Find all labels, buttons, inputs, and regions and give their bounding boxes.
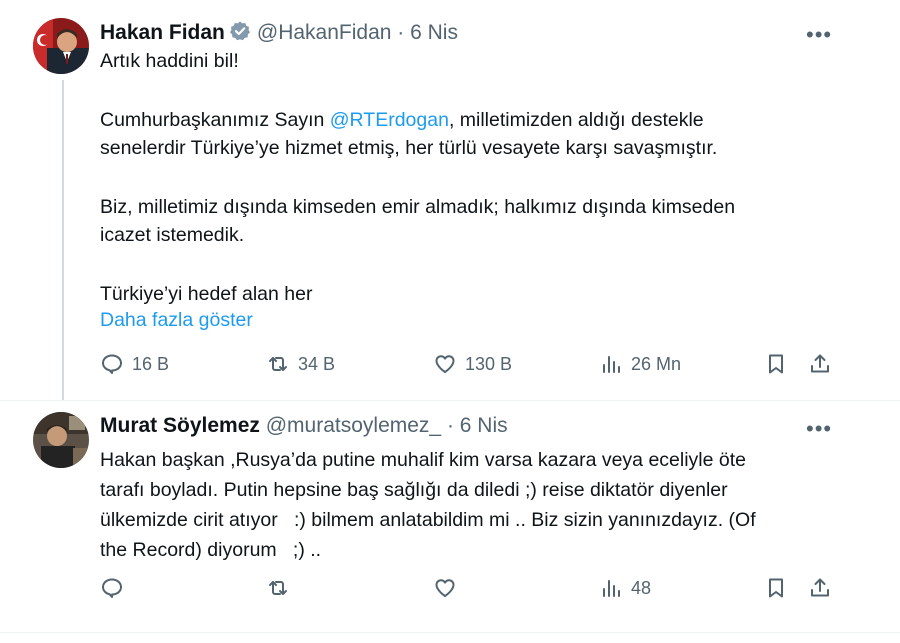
more-options-icon[interactable]: ••• — [806, 22, 832, 48]
tweet-line: Cumhurbaşkanımız Sayın @RTErdogan, mille… — [100, 106, 704, 134]
view-count: 26 Mn — [631, 353, 682, 374]
avatar-image — [33, 18, 89, 74]
reply-icon — [102, 578, 122, 598]
bookmark-button[interactable] — [764, 576, 788, 600]
tweet-line: ülkemizde cirit atıyor :) bilmem anlatab… — [100, 509, 756, 531]
author-handle[interactable]: @muratsoylemez_ — [266, 414, 441, 437]
separator: · — [446, 414, 454, 437]
share-button[interactable] — [808, 352, 832, 376]
views-button[interactable]: 26 Mn — [599, 352, 681, 376]
reply-icon — [102, 354, 122, 374]
author-name[interactable]: Hakan Fidan — [100, 21, 225, 44]
like-count: 130 B — [465, 353, 513, 374]
heart-icon — [435, 355, 455, 373]
share-button[interactable] — [808, 576, 832, 600]
repost-count: 34 B — [298, 353, 336, 374]
tweet-line: the Record) diyorum ;) .. — [100, 539, 322, 561]
more-options-icon[interactable]: ••• — [806, 416, 832, 442]
tweet-line: Hakan başkan ,Rusya’da putine muhalif ki… — [100, 449, 746, 471]
tweet-line: tarafı boyladı. Putin hepsine baş sağlığ… — [100, 479, 728, 501]
avatar-image — [33, 412, 89, 468]
repost-icon — [269, 357, 287, 371]
author-handle[interactable]: @HakanFidan — [257, 21, 392, 44]
reply-button[interactable]: 16 B — [100, 352, 169, 376]
timestamp[interactable]: 6 Nis — [460, 414, 508, 437]
verified-badge-icon — [229, 20, 251, 48]
author-name[interactable]: Murat Söylemez — [100, 414, 260, 437]
bookmark-icon — [769, 354, 783, 374]
analytics-icon — [603, 356, 620, 373]
tweet-text: , milletimizden aldığı destekle — [448, 109, 704, 131]
share-icon — [811, 354, 829, 373]
tweet-hakan-fidan[interactable]: Hakan Fidan @HakanFidan · 6 Nis ••• Artık… — [0, 0, 900, 400]
like-button[interactable]: 130 B — [433, 352, 512, 376]
tweet-line: senelerdir Türkiye’ye hizmet etmiş, her … — [100, 137, 718, 159]
reply-count: 16 B — [132, 353, 170, 374]
heart-icon — [435, 579, 455, 597]
avatar[interactable] — [33, 18, 89, 74]
tweet-text: Cumhurbaşkanımız Sayın — [100, 109, 330, 131]
separator: · — [397, 21, 405, 44]
action-bar: 16 B 34 B 130 B 26 Mn — [0, 352, 900, 382]
tweet-header: Murat Söylemez @muratsoylemez_ · 6 Nis — [100, 414, 508, 438]
tweet-line: Biz, milletimiz dışında kimseden emir al… — [100, 196, 736, 218]
tweet-divider — [0, 632, 900, 633]
repost-button[interactable] — [266, 576, 290, 600]
repost-icon — [269, 581, 287, 595]
bookmark-button[interactable] — [764, 352, 788, 376]
tweet-murat-soylemez[interactable]: Murat Söylemez @muratsoylemez_ · 6 Nis •… — [0, 401, 900, 633]
avatar[interactable] — [33, 412, 89, 468]
tweet-header: Hakan Fidan @HakanFidan · 6 Nis — [100, 20, 458, 48]
timestamp[interactable]: 6 Nis — [410, 21, 458, 44]
show-more-link[interactable]: Daha fazla göster — [100, 309, 253, 332]
tweet-line: Türkiye’yi hedef alan her — [100, 283, 313, 305]
reply-button[interactable] — [100, 576, 124, 600]
views-button[interactable]: 48 — [599, 576, 651, 600]
analytics-icon — [603, 580, 620, 597]
bookmark-icon — [769, 578, 783, 598]
action-bar: 48 — [0, 576, 900, 606]
mention-link[interactable]: @RTErdogan — [330, 109, 449, 131]
repost-button[interactable]: 34 B — [266, 352, 335, 376]
tweet-line: icazet istemedik. — [100, 224, 245, 246]
share-icon — [811, 578, 829, 597]
view-count: 48 — [631, 577, 652, 598]
like-button[interactable] — [433, 576, 457, 600]
tweet-line: Artık haddini bil! — [100, 50, 239, 72]
